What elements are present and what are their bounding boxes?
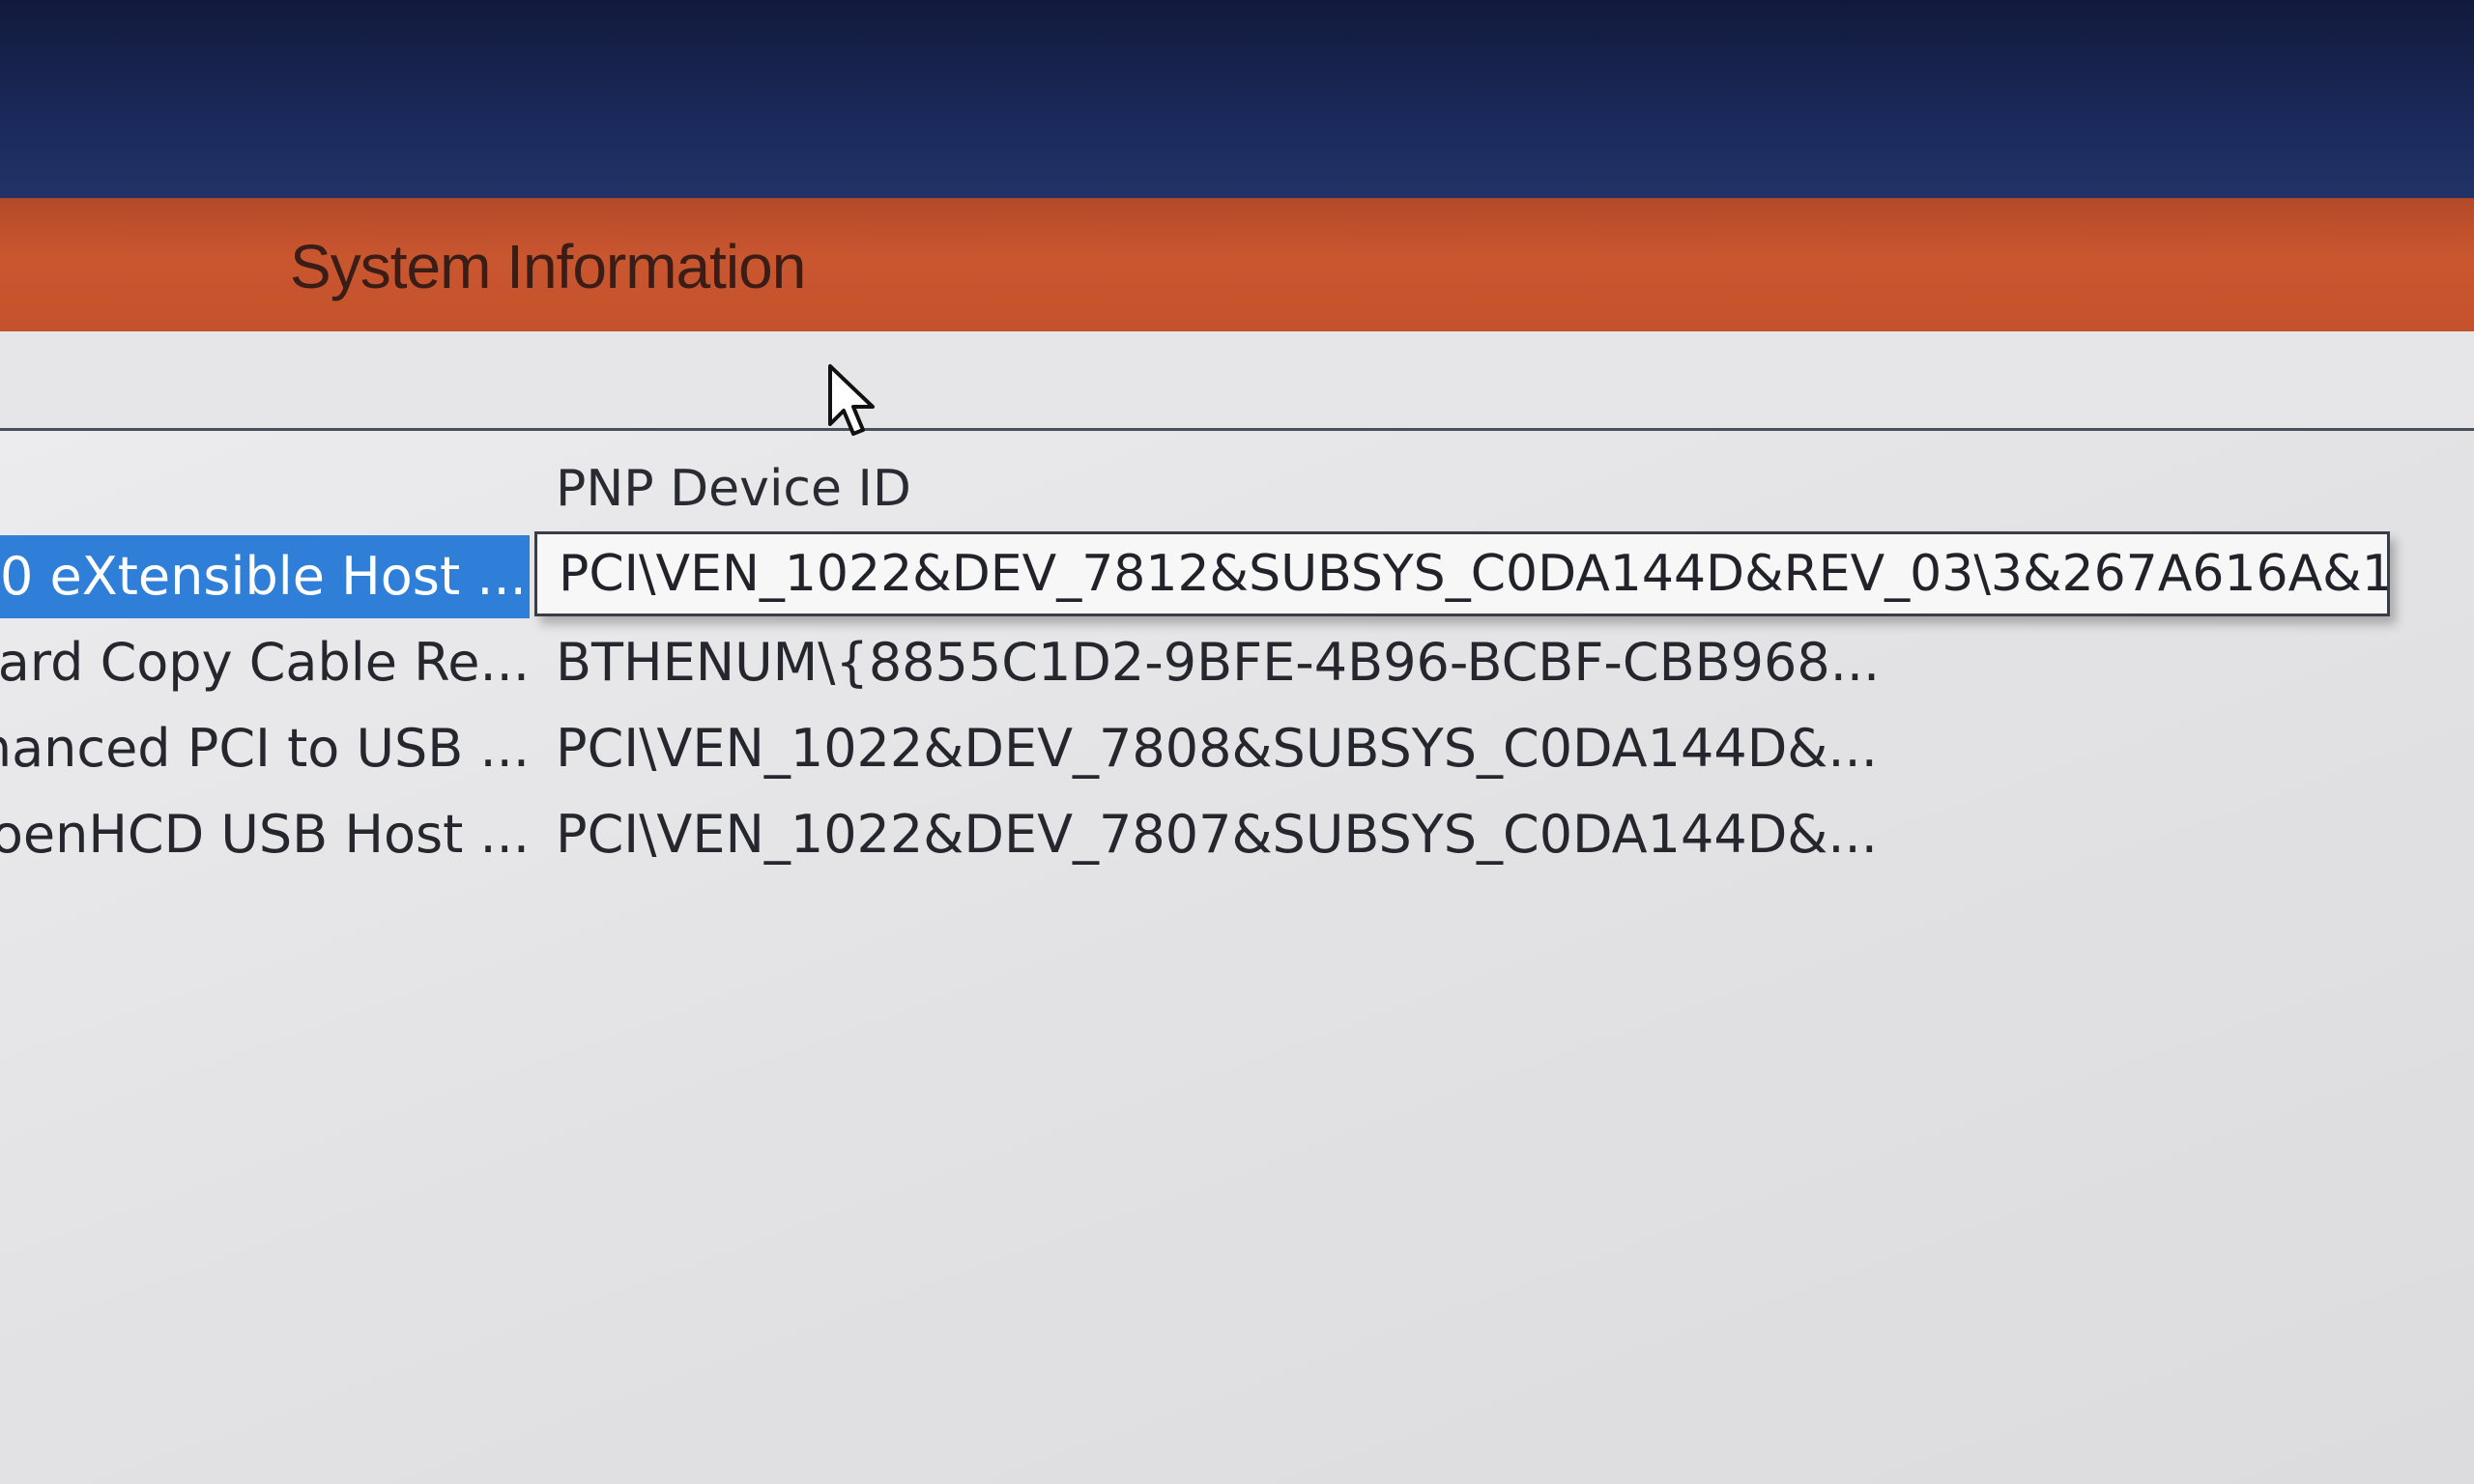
toolbar-strip [0, 331, 2474, 431]
device-name-text: hanced PCI to USB ... [0, 718, 530, 779]
window-title: System Information [290, 232, 806, 301]
pnp-id-edit-field[interactable]: PCI\VEN_1022&DEV_7812&SUBSYS_C0DA144D&RE… [534, 531, 2390, 616]
device-name-text: ard Copy Cable Re... [0, 632, 530, 693]
table-row[interactable]: oenHCD USB Host ... PCI\VEN_1022&DEV_780… [0, 793, 2474, 876]
device-name-cell[interactable]: oenHCD USB Host ... [0, 793, 530, 876]
device-name-cell[interactable]: hanced PCI to USB ... [0, 707, 530, 790]
device-name-text: 0 eXtensible Host ... [0, 546, 527, 607]
mouse-pointer-icon [828, 364, 875, 436]
title-bar[interactable]: System Information [0, 198, 2474, 331]
table-row[interactable]: ard Copy Cable Re... BTHENUM\{8855C1D2-9… [0, 621, 2474, 704]
device-list: PNP Device ID 0 eXtensible Host ... PCI\… [0, 431, 2474, 1484]
desktop-background [0, 0, 2474, 208]
table-row[interactable]: 0 eXtensible Host ... PCI\VEN_1022&DEV_7… [0, 531, 2474, 618]
pnp-id-cell[interactable]: PCI\VEN_1022&DEV_7808&SUBSYS_C0DA144D&..… [556, 707, 1878, 790]
device-name-cell[interactable]: ard Copy Cable Re... [0, 621, 530, 704]
pnp-id-cell[interactable]: PCI\VEN_1022&DEV_7807&SUBSYS_C0DA144D&..… [556, 793, 1878, 876]
table-row[interactable]: hanced PCI to USB ... PCI\VEN_1022&DEV_7… [0, 707, 2474, 790]
column-header-pnp-device-id[interactable]: PNP Device ID [556, 460, 911, 518]
device-name-text: oenHCD USB Host ... [0, 804, 530, 865]
device-name-cell[interactable]: 0 eXtensible Host ... [0, 535, 530, 618]
system-information-window: System Information PNP Device ID 0 eXten… [0, 198, 2474, 1484]
pnp-id-cell[interactable]: BTHENUM\{8855C1D2-9BFE-4B96-BCBF-CBB968.… [556, 621, 1880, 704]
